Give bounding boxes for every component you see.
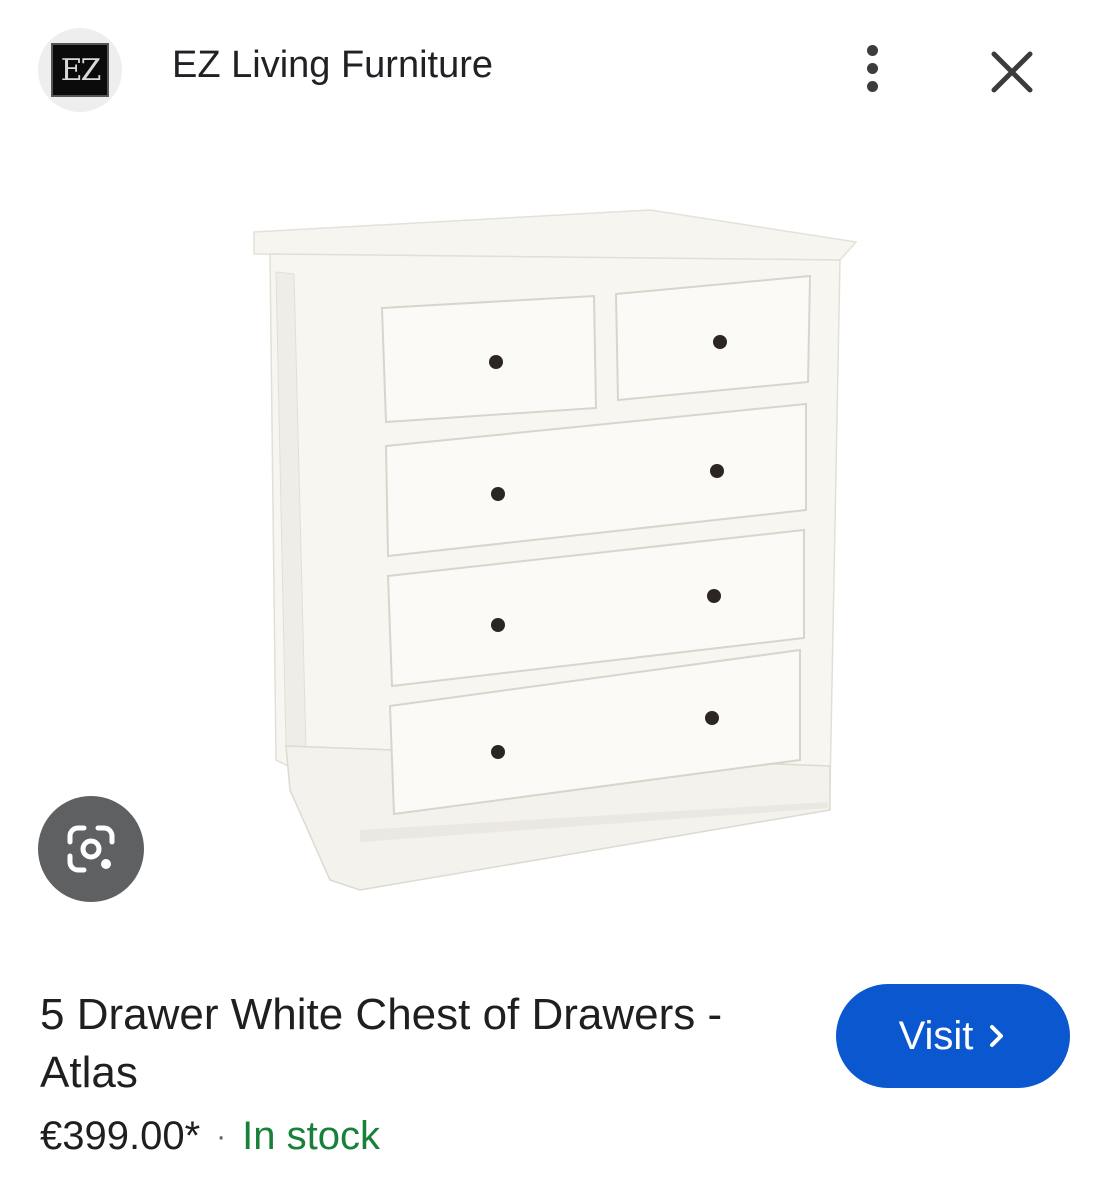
more-vert-icon[interactable]: [852, 36, 892, 100]
chevron-right-icon: [990, 1025, 1004, 1047]
site-name[interactable]: EZ Living Furniture: [172, 44, 493, 87]
google-lens-icon: [67, 825, 115, 873]
product-title[interactable]: 5 Drawer White Chest of Drawers - Atlas: [40, 986, 800, 1102]
ez-logo-icon: EZ: [51, 43, 109, 97]
visit-label: Visit: [898, 1013, 974, 1058]
availability-status: In stock: [242, 1114, 380, 1158]
visit-button[interactable]: Visit: [836, 984, 1070, 1088]
separator-dot: ·: [216, 1119, 227, 1153]
google-lens-button[interactable]: [38, 796, 144, 902]
product-image[interactable]: [230, 190, 890, 910]
result-header: EZ EZ Living Furniture: [0, 0, 1113, 140]
site-favicon[interactable]: EZ: [38, 28, 122, 112]
close-icon[interactable]: [982, 42, 1042, 102]
price: €399.00*: [40, 1114, 201, 1158]
price-row: €399.00* · In stock: [40, 1114, 380, 1159]
